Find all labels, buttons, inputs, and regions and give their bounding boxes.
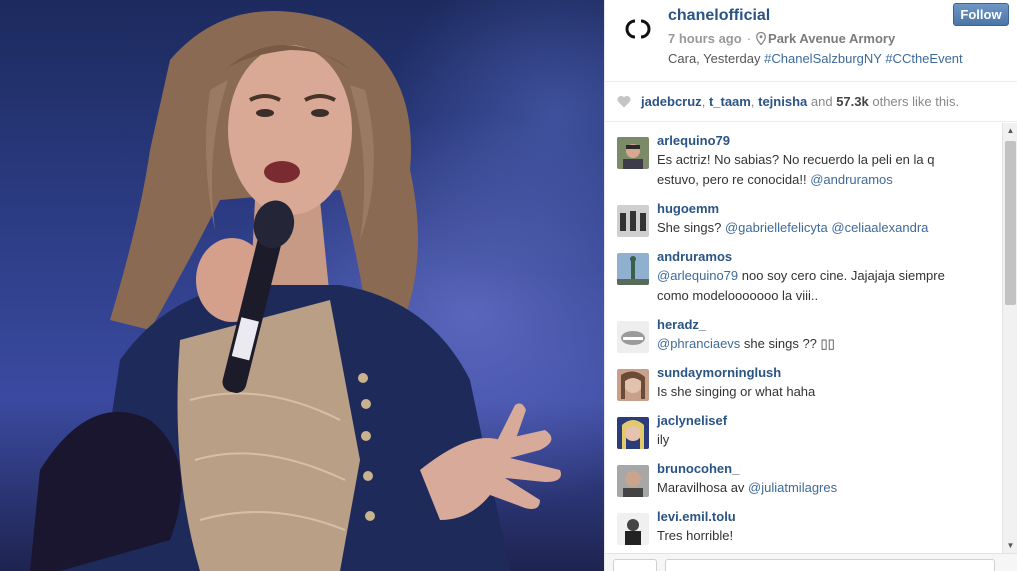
like-separator: , xyxy=(701,94,706,109)
comment-text-segment: she sings ?? ▯▯ xyxy=(740,336,835,351)
mention-link[interactable]: @arlequino79 xyxy=(657,268,738,283)
comment-text-segment: Tres horrible! xyxy=(657,528,734,543)
comment-username[interactable]: levi.emil.tolu xyxy=(657,509,736,524)
like-and-text: and xyxy=(810,94,833,109)
like-count[interactable]: 57.3k xyxy=(836,94,869,109)
comment-composer-bar xyxy=(605,553,1017,571)
singer-performing-illustration xyxy=(30,11,561,571)
comment-username[interactable]: brunocohen_ xyxy=(657,461,739,476)
comment-username[interactable]: andruramos xyxy=(657,249,732,264)
comment-text: @arlequino79 noo soy cero cine. Jajajaja… xyxy=(657,266,977,306)
mention-link[interactable]: @celiaalexandra xyxy=(831,220,928,235)
post-detail-panel: chanelofficial 7 hours ago · Park Avenue… xyxy=(604,0,1017,571)
comment-text: She sings? @gabriellefelicyta @celiaalex… xyxy=(657,218,977,238)
mention-link[interactable]: @gabriellefelicyta xyxy=(725,220,828,235)
post-header: chanelofficial 7 hours ago · Park Avenue… xyxy=(605,0,1017,82)
comment-text-segment: Maravilhosa av xyxy=(657,480,749,495)
comment-text-segment: Is she singing or what haha xyxy=(657,384,816,399)
comment-text: Tres horrible! xyxy=(657,526,977,546)
post-username[interactable]: chanelofficial xyxy=(668,7,770,25)
mention-link[interactable]: @phranciaevs xyxy=(657,336,740,351)
like-user-link[interactable]: t_taam xyxy=(709,94,751,109)
heart-icon[interactable] xyxy=(617,95,631,108)
follow-button[interactable]: Follow xyxy=(953,3,1009,26)
comment-text: ily xyxy=(657,430,977,450)
location-pin-icon xyxy=(756,32,766,45)
like-suffix: others like this. xyxy=(872,94,960,109)
commenter-avatar[interactable] xyxy=(617,465,649,497)
commenter-avatar[interactable] xyxy=(617,369,649,401)
mention-link[interactable]: @juliatmilagres xyxy=(748,480,837,495)
chanel-logo-icon[interactable] xyxy=(619,10,657,48)
commenter-avatar[interactable] xyxy=(617,321,649,353)
like-user-link[interactable]: tejnisha xyxy=(758,94,807,109)
hashtag-link[interactable]: #CCtheEvent xyxy=(885,51,962,66)
meta-separator: · xyxy=(746,31,752,46)
comment-username[interactable]: sundaymorninglush xyxy=(657,365,781,380)
comment-input[interactable] xyxy=(665,559,995,571)
comment-text-segment: ily xyxy=(657,432,670,447)
commenter-avatar[interactable] xyxy=(617,205,649,237)
comment-text: Es actriz! No sabias? No recuerdo la pel… xyxy=(657,150,977,190)
like-separator: , xyxy=(750,94,755,109)
likes-row: jadebcruz, t_taam, tejnisha and 57.3k ot… xyxy=(605,82,1017,122)
like-toggle-button[interactable] xyxy=(613,559,657,571)
post-time[interactable]: 7 hours ago xyxy=(668,31,742,46)
post-photo xyxy=(0,0,604,571)
comment-text-segment: She sings? xyxy=(657,220,725,235)
commenter-avatar[interactable] xyxy=(617,417,649,449)
comments-list: arlequino79 Es actriz! No sabias? No rec… xyxy=(605,123,1002,551)
post-caption: Cara, Yesterday #ChanelSalzburgNY #CCthe… xyxy=(668,51,963,66)
post-meta: 7 hours ago · Park Avenue Armory xyxy=(668,31,895,46)
scroll-down-arrow-icon[interactable]: ▼ xyxy=(1003,538,1017,553)
mention-link[interactable]: @andruramos xyxy=(810,172,893,187)
scrollbar-thumb[interactable] xyxy=(1005,141,1016,305)
hashtag-link[interactable]: #ChanelSalzburgNY xyxy=(764,51,882,66)
comment-text: @phranciaevs she sings ?? ▯▯ xyxy=(657,334,977,354)
comment-username[interactable]: arlequino79 xyxy=(657,133,730,148)
comment-username[interactable]: heradz_ xyxy=(657,317,706,332)
comment-username[interactable]: jaclynelisef xyxy=(657,413,727,428)
comments-scrollbar[interactable]: ▲ ▼ xyxy=(1002,123,1017,553)
comment-text: Maravilhosa av @juliatmilagres xyxy=(657,478,977,498)
scroll-up-arrow-icon[interactable]: ▲ xyxy=(1003,123,1017,138)
post-location[interactable]: Park Avenue Armory xyxy=(768,31,895,46)
like-user-link[interactable]: jadebcruz xyxy=(641,94,702,109)
commenter-avatar[interactable] xyxy=(617,137,649,169)
comment-text: Is she singing or what haha xyxy=(657,382,977,402)
commenter-avatar[interactable] xyxy=(617,253,649,285)
comment-username[interactable]: hugoemm xyxy=(657,201,719,216)
caption-text: Cara, Yesterday xyxy=(668,51,761,66)
commenter-avatar[interactable] xyxy=(617,513,649,545)
